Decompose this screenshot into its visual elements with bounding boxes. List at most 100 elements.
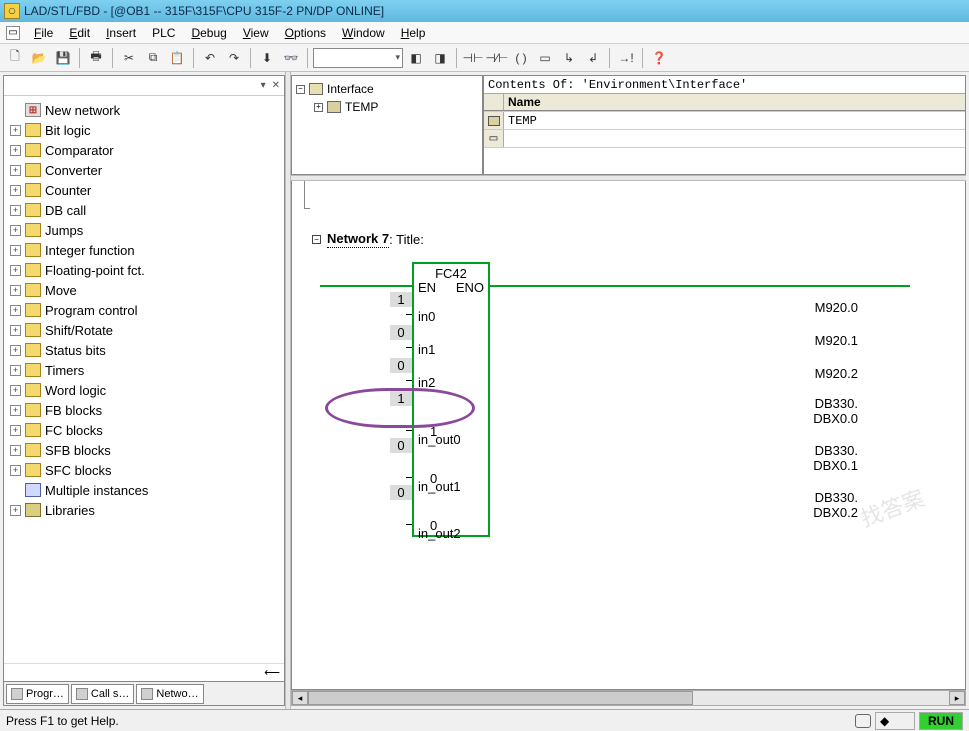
catalog-item[interactable]: +Comparator [6, 140, 282, 160]
menu-debug[interactable]: Debug [183, 26, 234, 40]
plus-icon[interactable]: + [10, 325, 21, 336]
plus-icon[interactable]: + [10, 225, 21, 236]
scroll-left-icon[interactable]: ◂ [292, 691, 308, 705]
mdi-control-icon[interactable]: ▭ [6, 26, 20, 40]
plus-icon[interactable]: + [314, 103, 323, 112]
monitor-button[interactable]: 👓 [280, 47, 302, 69]
grid-row[interactable]: TEMP [484, 112, 965, 130]
horizontal-scrollbar[interactable]: ◂ ▸ [291, 690, 966, 706]
network-canvas[interactable]: 找答案 − Network 7 : Title: 1 0 0 1 0 0 M92… [291, 221, 966, 690]
cut-button[interactable]: ✂ [118, 47, 140, 69]
plus-icon[interactable]: + [10, 265, 21, 276]
collapse-network-icon[interactable]: − [312, 235, 321, 244]
plus-icon[interactable]: + [10, 465, 21, 476]
redo-button[interactable]: ↷ [223, 47, 245, 69]
catalog-item[interactable]: +Integer function [6, 240, 282, 260]
plus-icon[interactable]: + [10, 185, 21, 196]
catalog-item[interactable]: +Libraries [6, 500, 282, 520]
operand-label[interactable]: M920.2 [768, 366, 858, 381]
catalog-item[interactable]: +Move [6, 280, 282, 300]
scroll-track[interactable] [308, 691, 949, 705]
operand-label[interactable]: M920.1 [768, 333, 858, 348]
catalog-item[interactable]: +FC blocks [6, 420, 282, 440]
grid-cell-name[interactable]: TEMP [504, 112, 965, 129]
catalog-item[interactable]: +Jumps [6, 220, 282, 240]
menu-edit[interactable]: Edit [61, 26, 98, 40]
plus-icon[interactable]: + [10, 345, 21, 356]
help-pointer-icon[interactable]: ❓ [648, 47, 670, 69]
contact-no-icon[interactable]: ⊣⊢ [462, 47, 484, 69]
plus-icon[interactable]: + [10, 385, 21, 396]
plus-icon[interactable]: + [10, 285, 21, 296]
tool-b-button[interactable]: ◨ [429, 47, 451, 69]
menu-file[interactable]: FFileile [26, 26, 61, 40]
catalog-item[interactable]: +Program control [6, 300, 282, 320]
scroll-thumb[interactable] [308, 691, 693, 705]
network-title-row[interactable]: − Network 7 : Title: [312, 231, 965, 248]
catalog-item[interactable]: +Timers [6, 360, 282, 380]
pane-close-icon[interactable]: ✕ [272, 80, 280, 91]
menu-help[interactable]: Help [393, 26, 434, 40]
tab-call-structure[interactable]: Call s… [71, 684, 135, 704]
plus-icon[interactable]: + [10, 145, 21, 156]
menu-plc[interactable]: PLC [144, 26, 183, 40]
undo-button[interactable]: ↶ [199, 47, 221, 69]
print-button[interactable]: 🖶 [85, 47, 107, 69]
catalog-item[interactable]: +SFC blocks [6, 460, 282, 480]
menu-window[interactable]: Window [334, 26, 393, 40]
plus-icon[interactable]: + [10, 165, 21, 176]
catalog-item[interactable]: Multiple instances [6, 480, 282, 500]
plus-icon[interactable]: + [10, 365, 21, 376]
catalog-item[interactable]: +Status bits [6, 340, 282, 360]
catalog-item[interactable]: ⊞New network [6, 100, 282, 120]
catalog-item[interactable]: +Bit logic [6, 120, 282, 140]
tab-networks[interactable]: Netwo… [136, 684, 203, 704]
menu-insert[interactable]: Insert [98, 26, 144, 40]
menu-view[interactable]: View [235, 26, 277, 40]
catalog-item[interactable]: +Shift/Rotate [6, 320, 282, 340]
address-combo[interactable] [313, 48, 403, 68]
function-block[interactable]: FC42 EN ENO in0 in1 in2 1 in_out0 0 in_o… [412, 262, 490, 537]
plus-icon[interactable]: + [10, 205, 21, 216]
plus-icon[interactable]: + [10, 245, 21, 256]
coil-icon[interactable]: ( ) [510, 47, 532, 69]
catalog-item[interactable]: +FB blocks [6, 400, 282, 420]
minus-icon[interactable]: − [296, 85, 305, 94]
plus-icon[interactable]: + [10, 405, 21, 416]
branch-open-icon[interactable]: ↳ [558, 47, 580, 69]
operand-label[interactable]: DB330.DBX0.2 [768, 490, 858, 520]
catalog-item[interactable]: +Counter [6, 180, 282, 200]
box-icon[interactable]: ▭ [534, 47, 556, 69]
plus-icon[interactable]: + [10, 305, 21, 316]
tree-collapse-icon[interactable]: ⟵ [264, 666, 280, 679]
catalog-tree[interactable]: ⊞New network+Bit logic+Comparator+Conver… [4, 96, 284, 663]
new-button[interactable]: 🗋 [4, 47, 26, 69]
plus-icon[interactable]: + [10, 125, 21, 136]
catalog-item[interactable]: +SFB blocks [6, 440, 282, 460]
operand-label[interactable]: DB330.DBX0.1 [768, 443, 858, 473]
catalog-item[interactable]: +Converter [6, 160, 282, 180]
menu-options[interactable]: Options [277, 26, 334, 40]
copy-button[interactable]: ⧉ [142, 47, 164, 69]
operand-label[interactable]: DB330.DBX0.0 [768, 396, 858, 426]
catalog-item[interactable]: +Word logic [6, 380, 282, 400]
download-button[interactable]: ⬇ [256, 47, 278, 69]
goto-button[interactable]: →! [615, 47, 637, 69]
tool-a-button[interactable]: ◧ [405, 47, 427, 69]
grid-row-empty[interactable]: ▭ [484, 130, 965, 148]
catalog-item[interactable]: +Floating-point fct. [6, 260, 282, 280]
fbd-diagram[interactable]: 1 0 0 1 0 0 M920.0 M920.1 M920.2 DB330.D… [320, 262, 940, 562]
grid-cell-empty[interactable] [504, 130, 965, 147]
plus-icon[interactable]: + [10, 425, 21, 436]
interface-tree[interactable]: − Interface + TEMP [292, 76, 484, 174]
plus-icon[interactable]: + [10, 445, 21, 456]
catalog-item[interactable]: +DB call [6, 200, 282, 220]
plus-icon[interactable]: + [10, 505, 21, 516]
pane-pin-icon[interactable]: ▾ [261, 80, 266, 91]
tab-program-elements[interactable]: Progr… [6, 684, 69, 704]
operand-label[interactable]: M920.0 [768, 300, 858, 315]
save-button[interactable]: 💾 [52, 47, 74, 69]
interface-grid[interactable]: Name TEMP ▭ [484, 94, 965, 174]
paste-button[interactable]: 📋 [166, 47, 188, 69]
contact-nc-icon[interactable]: ⊣∕⊢ [486, 47, 508, 69]
